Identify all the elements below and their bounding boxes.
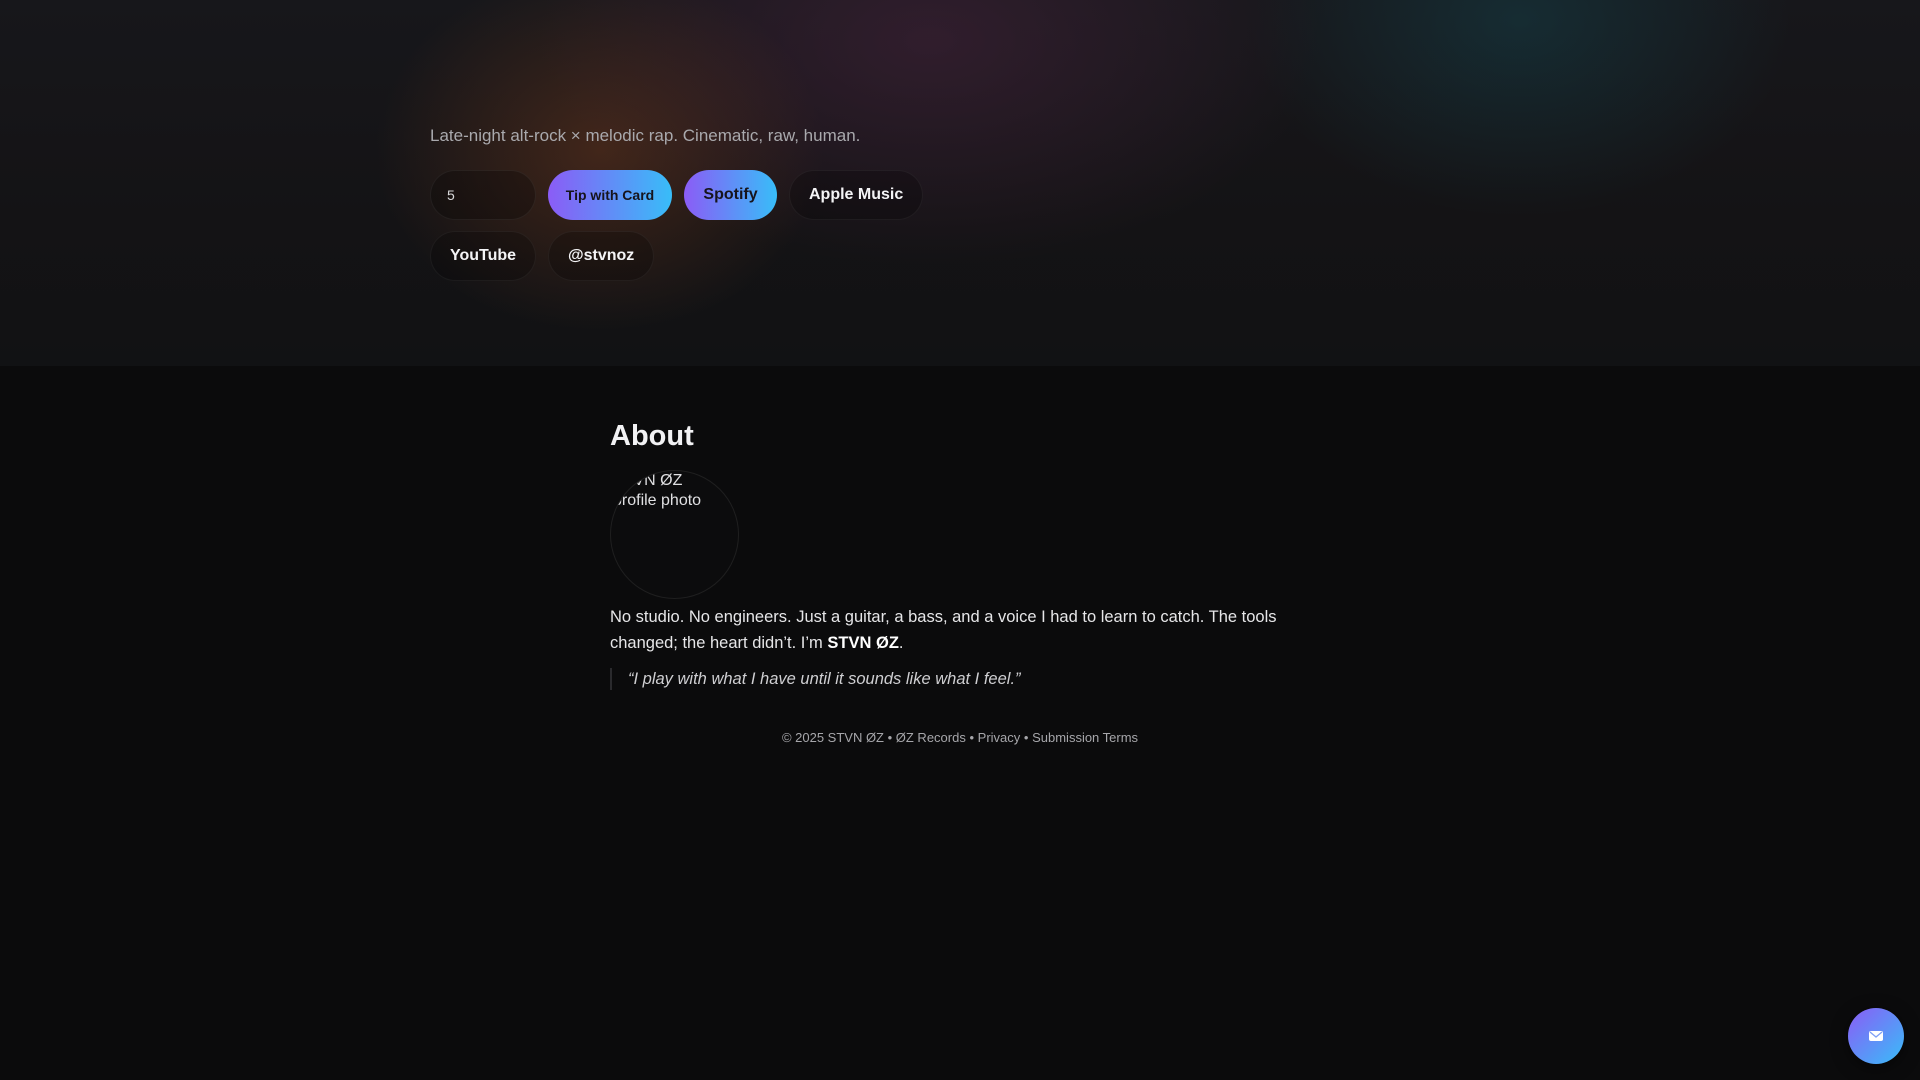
youtube-link[interactable]: YouTube (430, 231, 536, 281)
apple-music-link[interactable]: Apple Music (789, 170, 924, 220)
chat-button[interactable] (1848, 1008, 1904, 1064)
about-bio: No studio. No engineers. Just a guitar, … (610, 604, 1310, 656)
bio-end: . (898, 634, 904, 652)
hero-actions-row: Tip with Card Spotify Apple Music (430, 170, 924, 220)
footer-copyright: © 2025 STVN ØZ • ØZ Records (781, 730, 966, 745)
hero-section: Late-night alt-rock × melodic rap. Cinem… (0, 0, 1920, 366)
hero-tagline: Late-night alt-rock × melodic rap. Cinem… (430, 126, 861, 145)
footer: © 2025 STVN ØZ • ØZ Records • Privacy • … (0, 730, 1920, 745)
about-quote: “I play with what I have until it sounds… (610, 668, 1021, 690)
footer-separator: • (1023, 730, 1029, 745)
tip-amount-input[interactable] (430, 170, 536, 220)
avatar-alt-text: STVN ØZ profile photo (613, 472, 702, 509)
about-heading: About (610, 420, 694, 452)
bio-artist-name: STVN ØZ (827, 634, 899, 652)
avatar: STVN ØZ profile photo (610, 470, 739, 599)
tip-with-card-button[interactable]: Tip with Card (548, 170, 672, 220)
social-handle-link[interactable]: @stvnoz (548, 231, 655, 281)
privacy-link[interactable]: Privacy (978, 730, 1021, 745)
footer-separator: • (969, 730, 975, 745)
hero-links-row: YouTube @stvnoz (430, 231, 655, 281)
chat-bubble-icon (1869, 1031, 1883, 1041)
submission-terms-link[interactable]: Submission Terms (1032, 730, 1138, 745)
spotify-link[interactable]: Spotify (684, 170, 777, 220)
bio-text: No studio. No engineers. Just a guitar, … (610, 608, 1277, 652)
